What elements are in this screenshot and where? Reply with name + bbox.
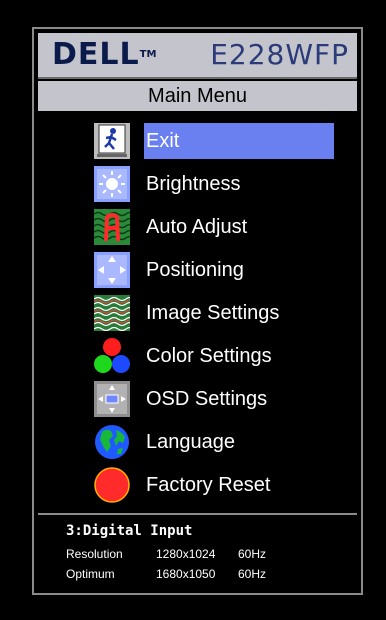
menu-item-label: Factory Reset <box>146 474 271 496</box>
menu-item-label: Brightness <box>146 173 241 195</box>
model-name: E228WFP <box>210 38 349 71</box>
optimum-label: Optimum <box>66 567 115 581</box>
positioning-icon <box>94 252 130 288</box>
menu-item-label: OSD Settings <box>146 388 268 410</box>
menu-item-label: Auto Adjust <box>146 216 248 238</box>
resolution-label: Resolution <box>66 547 123 561</box>
menu-item-brightness[interactable]: Brightness <box>88 166 334 202</box>
menu-item-auto-adjust[interactable]: Auto Adjust <box>88 209 334 245</box>
resolution-value: 1280x1024 <box>156 547 216 561</box>
menu-item-factory-reset[interactable]: Factory Reset <box>88 467 334 503</box>
menu-item-language[interactable]: Language <box>88 424 334 460</box>
brightness-icon <box>94 166 130 202</box>
menu-item-image-settings[interactable]: Image Settings <box>88 295 334 331</box>
trademark: TM <box>139 49 157 60</box>
optimum-value: 1680x1050 <box>156 567 216 581</box>
factory-reset-icon <box>94 467 130 503</box>
menu-item-label: Color Settings <box>146 345 272 367</box>
input-info-panel: 3:Digital Input Resolution 1280x1024 60H… <box>38 513 357 591</box>
menu-item-label: Exit <box>144 123 334 159</box>
resolution-refresh: 60Hz <box>238 547 267 561</box>
exit-icon <box>94 123 130 159</box>
dell-logo: DELLTM <box>52 40 156 70</box>
optimum-refresh: 60Hz <box>238 567 267 581</box>
logo-text: DELL <box>52 37 140 72</box>
menu-item-osd-settings[interactable]: OSD Settings <box>88 381 334 417</box>
language-icon <box>95 425 129 459</box>
menu-item-label: Image Settings <box>146 302 280 324</box>
input-source: 3:Digital Input <box>66 523 193 539</box>
menu-item-label: Language <box>146 431 235 453</box>
menu-item-exit[interactable]: Exit <box>88 123 334 159</box>
osd-settings-icon <box>94 381 130 417</box>
brand-bar: DELLTM E228WFP <box>38 33 357 79</box>
auto-adjust-icon <box>94 209 130 245</box>
color-settings-icon <box>94 338 130 373</box>
main-menu: Exit Brightness Auto Adjust Positioning … <box>38 115 357 505</box>
menu-title: Main Menu <box>38 81 357 111</box>
osd-window: DELLTM E228WFP Main Menu Exit Brightness… <box>32 27 363 595</box>
menu-item-positioning[interactable]: Positioning <box>88 252 334 288</box>
menu-item-color-settings[interactable]: Color Settings <box>88 338 334 374</box>
menu-item-label: Positioning <box>146 259 244 281</box>
image-settings-icon <box>94 295 130 331</box>
